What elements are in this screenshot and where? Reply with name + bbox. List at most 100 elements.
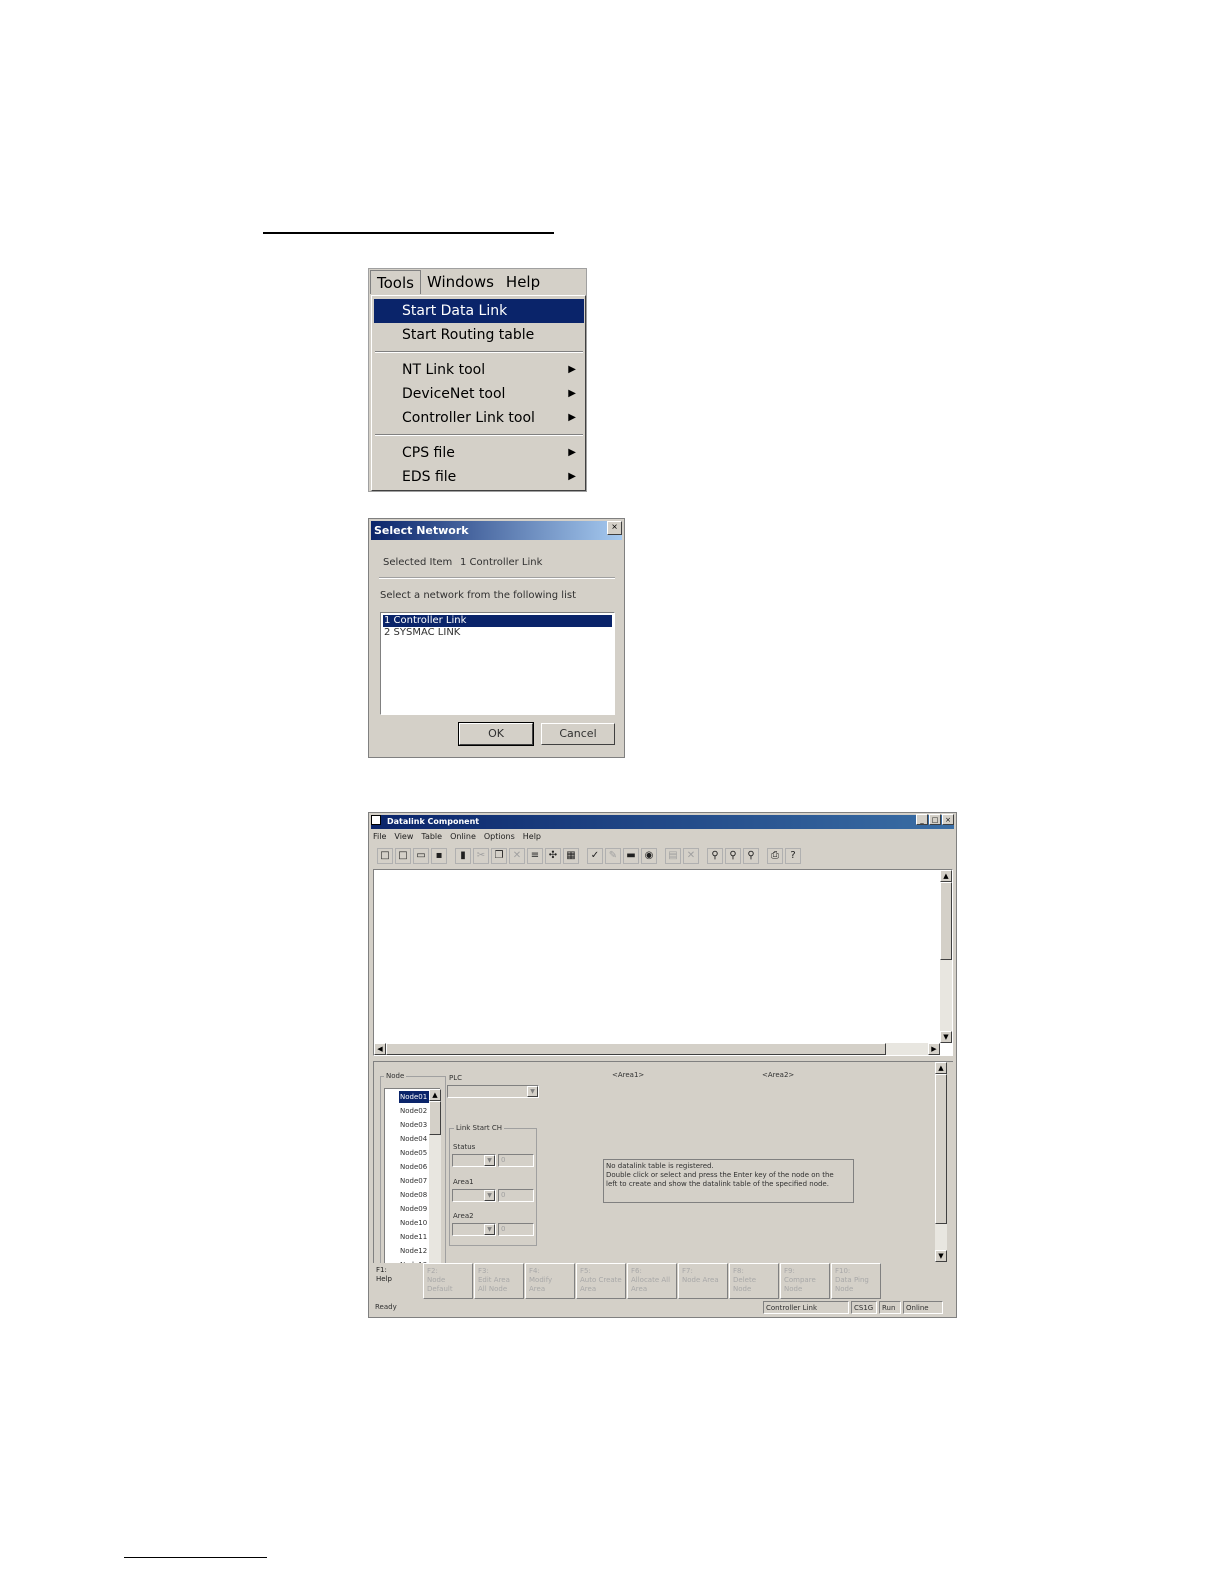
f8-button[interactable]: F8: Delete Node (729, 1263, 779, 1299)
menu-item-nt-link-tool[interactable]: NT Link tool ▶ (374, 358, 584, 382)
delete-icon[interactable]: ▮ (455, 848, 471, 864)
new-file-icon[interactable]: □ (377, 848, 393, 864)
close-icon[interactable]: × (942, 814, 954, 825)
scroll-left-icon[interactable]: ◀ (374, 1043, 386, 1055)
scroll-up-icon[interactable]: ▲ (935, 1062, 947, 1074)
save-icon[interactable]: ▪ (431, 848, 447, 864)
list-item[interactable]: Node07 (399, 1175, 431, 1187)
list-item[interactable]: Node10 (399, 1217, 431, 1229)
area1-select[interactable]: ▼ (452, 1189, 496, 1202)
list-item[interactable]: Node11 (399, 1231, 431, 1243)
network-icon[interactable]: ✣ (545, 848, 561, 864)
plc-select[interactable]: ▼ (447, 1085, 539, 1098)
f10-button[interactable]: F10: Data Ping Node (831, 1263, 881, 1299)
menu-item-label: DeviceNet tool (402, 386, 506, 402)
horizontal-scrollbar[interactable]: ◀ ▶ (374, 1043, 940, 1055)
area2-field[interactable]: 0 (498, 1223, 534, 1236)
f9-button[interactable]: F9: Compare Node (780, 1263, 830, 1299)
list-item[interactable]: Node09 (399, 1203, 431, 1215)
menu-view[interactable]: View (394, 831, 413, 843)
scroll-thumb[interactable] (429, 1101, 441, 1135)
zoom-in-icon[interactable]: ⚲ (707, 848, 723, 864)
menu-help[interactable]: Help (523, 831, 541, 843)
scroll-up-icon[interactable]: ▲ (940, 870, 952, 882)
vertical-scrollbar[interactable]: ▲ ▼ (935, 1062, 947, 1262)
scroll-right-icon[interactable]: ▶ (928, 1043, 940, 1055)
edit-icon[interactable]: ✎ (605, 848, 621, 864)
area2-select[interactable]: ▼ (452, 1223, 496, 1236)
list-item[interactable]: 2 SYSMAC LINK (383, 627, 612, 639)
datalink-table-pane[interactable]: ▲ ▼ ◀ ▶ (373, 869, 953, 1056)
new-table-icon[interactable]: □ (395, 848, 411, 864)
connect-icon[interactable]: ▬ (623, 848, 639, 864)
menu-options[interactable]: Options (484, 831, 515, 843)
list-item[interactable]: Node04 (399, 1133, 431, 1145)
scroll-thumb[interactable] (386, 1043, 886, 1055)
minimize-icon[interactable]: _ (916, 814, 928, 825)
grid-icon[interactable]: ▦ (563, 848, 579, 864)
f3-button[interactable]: F3: Edit Area All Node (474, 1263, 524, 1299)
scroll-thumb[interactable] (940, 882, 952, 960)
remove-icon[interactable]: ✕ (683, 848, 699, 864)
copy-icon[interactable]: ❐ (491, 848, 507, 864)
scroll-down-icon[interactable]: ▼ (940, 1031, 952, 1043)
menu-online[interactable]: Online (450, 831, 476, 843)
clear-icon[interactable]: ✕ (509, 848, 525, 864)
area1-field[interactable]: 0 (498, 1189, 534, 1202)
scroll-thumb[interactable] (935, 1074, 947, 1224)
menu-item-eds-file[interactable]: EDS file ▶ (374, 465, 584, 489)
chevron-down-icon[interactable]: ▼ (527, 1086, 538, 1097)
list-icon[interactable]: ≡ (527, 848, 543, 864)
list-item[interactable]: Node03 (399, 1119, 431, 1131)
scroll-down-icon[interactable]: ▼ (935, 1250, 947, 1262)
online-icon[interactable]: ◉ (641, 848, 657, 864)
menu-table[interactable]: Table (421, 831, 442, 843)
f7-button[interactable]: F7: Node Area (678, 1263, 728, 1299)
zoom-out-icon[interactable]: ⚲ (725, 848, 741, 864)
list-item[interactable]: Node06 (399, 1161, 431, 1173)
ok-button[interactable]: OK (458, 722, 534, 746)
open-folder-icon[interactable]: ▭ (413, 848, 429, 864)
find-icon[interactable]: ⚲ (743, 848, 759, 864)
print-icon[interactable]: ⎙ (767, 848, 783, 864)
toolbar: □ □ ▭ ▪ ▮ ✂ ❐ ✕ ≡ ✣ ▦ ✓ ✎ ▬ ◉ ▤ ✕ ⚲ ⚲ ⚲ … (373, 846, 953, 866)
f1-help-button[interactable]: F1: Help (373, 1263, 423, 1299)
chevron-down-icon[interactable]: ▼ (484, 1190, 495, 1201)
list-item[interactable]: 1 Controller Link (383, 615, 612, 627)
node-list-scrollbar[interactable]: ▲ (429, 1089, 441, 1265)
list-item[interactable]: Node02 (399, 1105, 431, 1117)
status-field[interactable]: 0 (498, 1154, 534, 1167)
list-item[interactable]: Node05 (399, 1147, 431, 1159)
cancel-button[interactable]: Cancel (541, 723, 615, 745)
menu-item-devicenet-tool[interactable]: DeviceNet tool ▶ (374, 382, 584, 406)
menu-item-start-routing-table[interactable]: Start Routing table (374, 323, 584, 347)
check-icon[interactable]: ✓ (587, 848, 603, 864)
list-item[interactable]: Node12 (399, 1245, 431, 1257)
menu-tools[interactable]: Tools (370, 270, 421, 294)
menu-item-start-data-link[interactable]: Start Data Link (374, 299, 584, 323)
submenu-arrow-icon: ▶ (568, 364, 576, 375)
scroll-up-icon[interactable]: ▲ (429, 1089, 441, 1101)
maximize-icon[interactable]: □ (929, 814, 941, 825)
chevron-down-icon[interactable]: ▼ (484, 1155, 495, 1166)
menu-item-cps-file[interactable]: CPS file ▶ (374, 441, 584, 465)
table-icon[interactable]: ▤ (665, 848, 681, 864)
status-select[interactable]: ▼ (452, 1154, 496, 1167)
menu-help[interactable]: Help (500, 273, 546, 291)
list-item[interactable]: Node01 (399, 1091, 431, 1103)
f6-button[interactable]: F6: Allocate All Area (627, 1263, 677, 1299)
close-icon[interactable]: × (607, 521, 622, 535)
menu-file[interactable]: File (373, 831, 386, 843)
help-icon[interactable]: ? (785, 848, 801, 864)
menu-item-controller-link-tool[interactable]: Controller Link tool ▶ (374, 406, 584, 430)
f4-button[interactable]: F4: Modify Area (525, 1263, 575, 1299)
f2-button[interactable]: F2: Node Default (423, 1263, 473, 1299)
network-list[interactable]: 1 Controller Link 2 SYSMAC LINK (380, 612, 615, 715)
menu-windows[interactable]: Windows (421, 273, 500, 291)
f5-button[interactable]: F5: Auto Create Area (576, 1263, 626, 1299)
node-list[interactable]: Node01 Node02 Node03 Node04 Node05 Node0… (384, 1088, 441, 1269)
chevron-down-icon[interactable]: ▼ (484, 1224, 495, 1235)
cut-icon[interactable]: ✂ (473, 848, 489, 864)
list-item[interactable]: Node08 (399, 1189, 431, 1201)
vertical-scrollbar[interactable]: ▲ ▼ (940, 870, 952, 1043)
